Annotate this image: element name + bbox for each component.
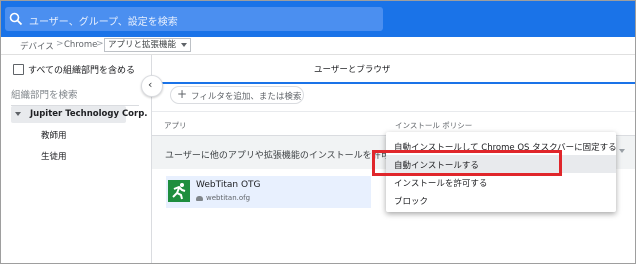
breadcrumb-separator: > [96,39,104,49]
app-window: ユーザー、グループ、設定を検索 デバイス > Chrome > アプリと拡張機能… [0,0,636,264]
filter-label: フィルタを追加、または検索 [191,92,302,102]
org-search-input[interactable]: 組織部門を検索 [11,87,139,106]
breadcrumb-separator: > [56,39,64,49]
breadcrumb-apps-select[interactable]: アプリと拡張機能 [104,38,192,52]
search-input[interactable]: ユーザー、グループ、設定を検索 [5,7,383,31]
chevron-down-icon[interactable] [619,149,625,153]
chevron-down-icon [181,43,188,47]
column-header-policy: インストール ポリシー [395,121,473,130]
allow-install-text: ユーザーに他のアプリや拡張機能のインストールを許可す [165,151,399,161]
plus-icon: + [177,87,188,101]
runner-icon [172,183,186,200]
filter-chip[interactable]: + フィルタを追加、または検索 [170,86,304,104]
collapse-panel-button[interactable]: ‹ [141,75,163,97]
expand-arrow-icon[interactable] [15,112,21,116]
menu-item-block[interactable]: ブロック [386,191,616,209]
cloud-icon [196,195,203,201]
app-id: webtitan.ofg [196,194,250,202]
tab-label: ユーザーとブラウザ [314,65,391,75]
app-name: WebTitan OTG [196,180,261,190]
column-header-app: アプリ [164,121,187,130]
search-placeholder: ユーザー、グループ、設定を検索 [29,17,178,28]
org-child-teachers[interactable]: 教師用 [41,129,67,141]
app-id-text: webtitan.ofg [206,194,251,202]
breadcrumb-apps-label: アプリと拡張機能 [108,40,177,50]
breadcrumb-chrome[interactable]: Chrome [64,40,97,50]
org-unit-panel: すべての組織部門を含める 組織部門を検索 Jupiter Technology … [1,55,152,263]
include-all-label: すべての組織部門を含める [28,66,136,76]
breadcrumb-devices[interactable]: デバイス [20,40,54,52]
webtitan-app-icon [168,180,190,202]
org-child-students[interactable]: 生徒用 [41,150,67,162]
app-row[interactable]: WebTitan OTG webtitan.ofg [166,176,371,208]
menu-item-label: インストールを許可する [394,179,488,189]
chevron-left-icon: ‹ [148,78,153,91]
highlight-annotation [372,150,562,176]
org-tree-root[interactable]: Jupiter Technology Corp. [11,106,148,123]
org-root-label: Jupiter Technology Corp. [30,109,148,119]
include-all-checkbox[interactable] [13,64,24,75]
search-icon [9,12,23,26]
tab-underline [152,82,635,84]
divider [152,111,635,112]
top-bar: ユーザー、グループ、設定を検索 [1,1,635,37]
breadcrumb: デバイス > Chrome > アプリと拡張機能 [1,37,635,55]
menu-item-label: ブロック [394,197,429,207]
tab-users-browsers[interactable]: ユーザーとブラウザ [152,55,635,84]
